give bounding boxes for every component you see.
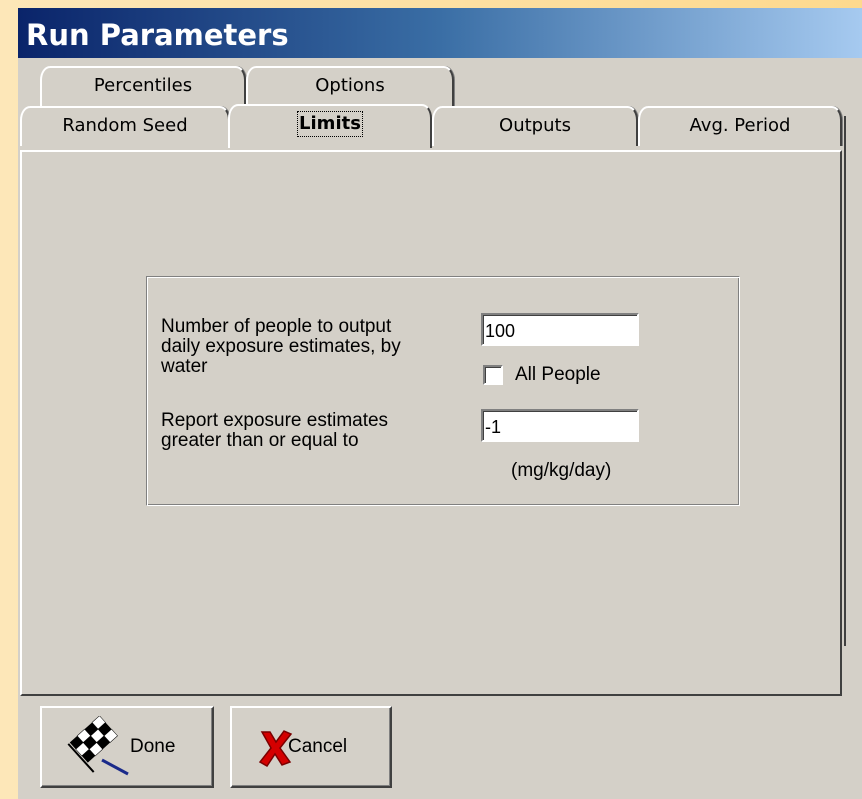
people-label-line1: Number of people to output: [161, 316, 392, 337]
report-threshold-input[interactable]: -1: [481, 409, 639, 442]
tab-limits-label: Limits: [297, 111, 363, 137]
done-button[interactable]: Done: [40, 706, 214, 788]
limits-panel: Number of people to output daily exposur…: [20, 150, 842, 696]
tab-options[interactable]: Options: [246, 66, 454, 106]
window-title: Run Parameters: [26, 18, 289, 52]
tab-outputs-label: Outputs: [499, 115, 571, 136]
tab-avg-period-label: Avg. Period: [689, 115, 791, 136]
people-label-line3: water: [161, 356, 208, 377]
tab-random-seed-label: Random Seed: [62, 115, 188, 136]
tab-strip-edge: [844, 116, 846, 646]
tab-outputs[interactable]: Outputs: [432, 106, 638, 146]
people-label-line2: daily exposure estimates, by: [161, 336, 401, 357]
tab-percentiles-label: Percentiles: [93, 75, 193, 96]
cancel-button-label: Cancel: [288, 736, 348, 757]
checkered-flag-icon: [67, 716, 129, 776]
done-button-label: Done: [130, 736, 176, 757]
all-people-checkbox[interactable]: [483, 365, 503, 385]
run-parameters-window: Run Parameters Percentiles Options Rando…: [18, 8, 862, 799]
report-label-line1: Report exposure estimates: [161, 410, 389, 431]
tab-avg-period[interactable]: Avg. Period: [638, 106, 842, 146]
people-count-input[interactable]: 100: [481, 313, 639, 346]
cancel-button[interactable]: Cancel: [230, 706, 392, 788]
units-label: (mg/kg/day): [511, 460, 612, 481]
all-people-label: All People: [515, 364, 601, 385]
title-bar: Run Parameters: [18, 8, 862, 58]
tab-options-label: Options: [315, 75, 385, 96]
report-label-line2: greater than or equal to: [161, 430, 359, 451]
tab-percentiles[interactable]: Percentiles: [40, 66, 246, 106]
tab-random-seed[interactable]: Random Seed: [20, 106, 230, 146]
tab-limits[interactable]: Limits: [228, 104, 432, 148]
limits-group-box: Number of people to output daily exposur…: [146, 276, 740, 506]
